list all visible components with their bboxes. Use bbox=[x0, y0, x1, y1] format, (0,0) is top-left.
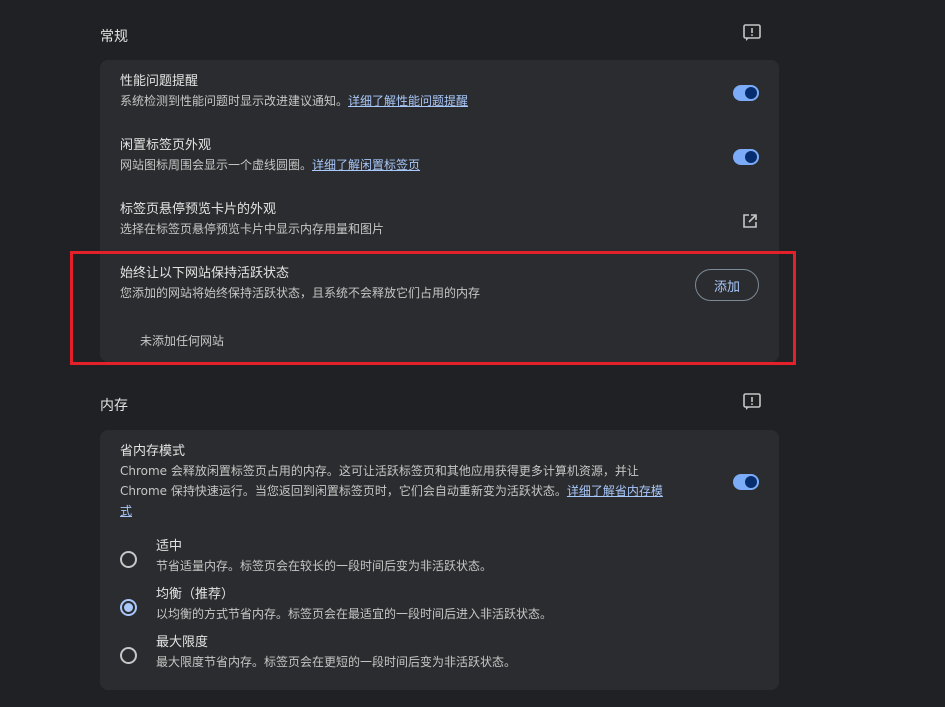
memory-saver-toggle[interactable] bbox=[733, 474, 759, 490]
feedback-icon[interactable] bbox=[742, 392, 762, 412]
radio-button-checked[interactable] bbox=[120, 599, 137, 616]
performance-toggle[interactable] bbox=[733, 85, 759, 101]
radio-button[interactable] bbox=[120, 647, 137, 664]
section-title-general: 常规 bbox=[100, 29, 128, 45]
radio-option-moderate[interactable]: 适中 节省适量内存。标签页会在较长的一段时间后变为非活跃状态。 bbox=[120, 538, 759, 582]
radio-desc: 节省适量内存。标签页会在较长的一段时间后变为非活跃状态。 bbox=[156, 559, 493, 573]
memory-saver-row: 省内存模式 Chrome 会释放闲置标签页占用的内存。这可让活跃标签页和其他应用… bbox=[120, 443, 759, 523]
add-site-button[interactable]: 添加 bbox=[695, 269, 759, 301]
radio-option-balanced[interactable]: 均衡（推荐） 以均衡的方式节省内存。标签页会在最适宜的一段时间后进入非活跃状态。 bbox=[120, 586, 759, 630]
inactive-tabs-learn-more-link[interactable]: 详细了解闲置标签页 bbox=[312, 158, 420, 172]
radio-button[interactable] bbox=[120, 551, 137, 568]
hover-card-desc: 选择在标签页悬停预览卡片中显示内存用量和图片 bbox=[120, 222, 385, 236]
memory-saver-title: 省内存模式 bbox=[120, 444, 186, 459]
radio-desc: 最大限度节省内存。标签页会在更短的一段时间后变为非活跃状态。 bbox=[156, 655, 517, 669]
hover-card-title: 标签页悬停预览卡片的外观 bbox=[120, 202, 277, 217]
inactive-tabs-toggle[interactable] bbox=[733, 149, 759, 165]
radio-label: 均衡（推荐） bbox=[156, 587, 235, 602]
radio-option-maximum[interactable]: 最大限度 最大限度节省内存。标签页会在更短的一段时间后变为非活跃状态。 bbox=[120, 634, 759, 678]
always-active-title: 始终让以下网站保持活跃状态 bbox=[120, 266, 290, 281]
performance-desc: 系统检测到性能问题时显示改进建议通知。详细了解性能问题提醒 bbox=[120, 94, 469, 108]
memory-saver-learn-more-link-cont[interactable]: 式 bbox=[120, 504, 132, 518]
feedback-icon[interactable] bbox=[742, 23, 762, 43]
memory-card: 省内存模式 Chrome 会释放闲置标签页占用的内存。这可让活跃标签页和其他应用… bbox=[100, 430, 779, 690]
inactive-tabs-desc: 网站图标周围会显示一个虚线圆圈。详细了解闲置标签页 bbox=[120, 158, 421, 172]
hover-card-row[interactable]: 标签页悬停预览卡片的外观 选择在标签页悬停预览卡片中显示内存用量和图片 bbox=[120, 201, 759, 241]
radio-desc: 以均衡的方式节省内存。标签页会在最适宜的一段时间后进入非活跃状态。 bbox=[156, 607, 553, 621]
always-active-desc: 您添加的网站将始终保持活跃状态，且系统不会释放它们占用的内存 bbox=[120, 286, 481, 300]
radio-label: 适中 bbox=[156, 539, 183, 554]
memory-saver-learn-more-link[interactable]: 详细了解省内存模 bbox=[567, 484, 663, 498]
always-active-row: 始终让以下网站保持活跃状态 您添加的网站将始终保持活跃状态，且系统不会释放它们占… bbox=[120, 265, 759, 305]
memory-saver-desc: Chrome 会释放闲置标签页占用的内存。这可让活跃标签页和其他应用获得更多计算… bbox=[120, 464, 663, 518]
general-card: 性能问题提醒 系统检测到性能问题时显示改进建议通知。详细了解性能问题提醒 闲置标… bbox=[100, 60, 779, 362]
radio-label: 最大限度 bbox=[156, 635, 209, 650]
performance-learn-more-link[interactable]: 详细了解性能问题提醒 bbox=[348, 94, 468, 108]
performance-row: 性能问题提醒 系统检测到性能问题时显示改进建议通知。详细了解性能问题提醒 bbox=[120, 73, 759, 113]
section-title-memory: 内存 bbox=[100, 398, 128, 414]
inactive-tabs-title: 闲置标签页外观 bbox=[120, 138, 212, 153]
open-in-new-icon[interactable] bbox=[741, 212, 759, 230]
empty-sites-text: 未添加任何网站 bbox=[140, 334, 225, 348]
performance-title: 性能问题提醒 bbox=[120, 74, 199, 89]
inactive-tabs-row: 闲置标签页外观 网站图标周围会显示一个虚线圆圈。详细了解闲置标签页 bbox=[120, 137, 759, 177]
